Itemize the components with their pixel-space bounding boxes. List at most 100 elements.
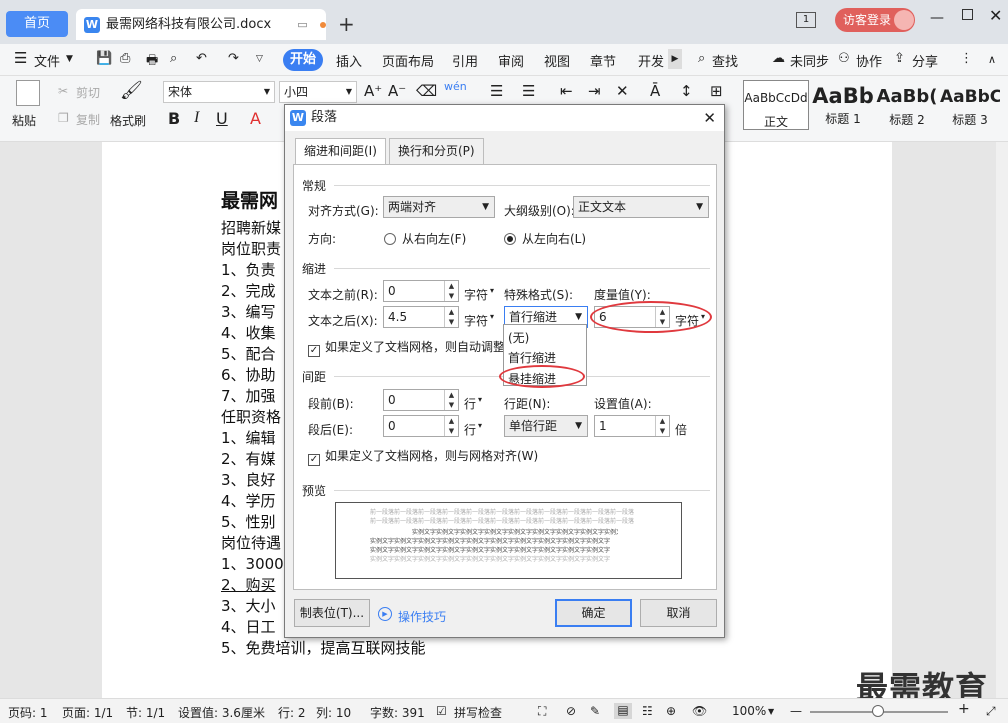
tabs-button[interactable]: 制表位(T)... [294, 599, 370, 627]
style-heading-3[interactable]: AaBbC 标题 3 [940, 80, 1000, 130]
edit-mode-icon[interactable]: ✎ [590, 704, 600, 718]
undo-icon[interactable]: ↶ [196, 51, 207, 66]
format-painter-button[interactable]: 格式刷 [110, 112, 146, 129]
reading-mode-icon[interactable]: 👁 [692, 704, 707, 718]
auto-adjust-checkbox[interactable]: ✓ 如果定义了文档网格，则自动调整 [308, 338, 505, 357]
vertical-scrollbar[interactable] [996, 142, 1008, 698]
fullscreen-icon[interactable]: ⛶ [538, 704, 546, 719]
increase-indent-icon[interactable]: ⇥ [588, 82, 601, 100]
spinner-icon[interactable]: ▲ ▼ [444, 281, 458, 301]
grow-font-icon[interactable]: A⁺ [364, 82, 382, 100]
redo-icon[interactable]: ↷ [228, 51, 239, 66]
after-paragraph-input[interactable]: 0 ▲ ▼ [383, 415, 459, 437]
unit-dropdown-icon[interactable]: ▾ [490, 312, 494, 321]
menu-file[interactable]: 文件 [34, 51, 60, 70]
page-view-icon[interactable]: ▤ [614, 703, 632, 719]
collaborate-button[interactable]: 协作 [856, 51, 882, 70]
radio-unchecked[interactable] [384, 233, 396, 245]
tab-home[interactable]: 首页 [6, 11, 68, 37]
numbering-icon[interactable]: ☰ [522, 82, 535, 100]
menu-developer[interactable]: 开发 [638, 51, 664, 70]
print-preview-icon[interactable]: ⌕ [170, 51, 177, 66]
menu-insert[interactable]: 插入 [336, 51, 362, 70]
before-text-unit[interactable]: 字符 [464, 286, 488, 303]
spinner-icon[interactable]: ▲ ▼ [444, 416, 458, 436]
ltr-radio[interactable]: 从左向右(L) [504, 230, 586, 247]
unit-dropdown-icon[interactable]: ▾ [478, 421, 482, 430]
setting-value-input[interactable]: 1 ▲ ▼ [594, 415, 670, 437]
avatar[interactable] [894, 10, 914, 30]
radio-checked[interactable] [504, 233, 516, 245]
checkbox-checked[interactable]: ✓ [308, 345, 320, 357]
line-spacing-select[interactable]: 单倍行距 ▼ [504, 415, 588, 437]
tips-link[interactable]: 操作技巧 [398, 608, 446, 625]
minimize-icon[interactable]: — [930, 10, 944, 26]
menu-chapter[interactable]: 章节 [590, 51, 616, 70]
decrease-indent-icon[interactable]: ⇤ [560, 82, 573, 100]
zoom-slider-handle[interactable] [872, 705, 884, 717]
spinner-icon[interactable]: ▲ ▼ [655, 416, 669, 436]
bullets-icon[interactable]: ☰ [490, 82, 503, 100]
font-size-select[interactable]: 小四 ▼ [279, 81, 357, 103]
font-color-icon[interactable]: A [250, 109, 261, 128]
after-text-unit[interactable]: 字符 [464, 312, 488, 329]
after-text-input[interactable]: 4.5 ▲ ▼ [383, 306, 459, 328]
scroll-right-icon[interactable]: ▶ [668, 49, 682, 69]
spinner-icon[interactable]: ▲ ▼ [444, 390, 458, 410]
menu-start[interactable]: 开始 [283, 49, 323, 71]
zoom-in-icon[interactable]: + [958, 701, 970, 717]
rtl-radio[interactable]: 从右向左(F) [384, 230, 466, 247]
unit-dropdown-icon[interactable]: ▾ [478, 395, 482, 404]
menu-view[interactable]: 视图 [544, 51, 570, 70]
save-icon[interactable]: 💾 [96, 51, 112, 66]
line-spacing-icon[interactable]: ↕ [680, 82, 693, 100]
style-normal[interactable]: AaBbCcDd 正文 [743, 80, 809, 130]
clear-format-icon[interactable]: ⌫ [416, 82, 437, 100]
dialog-title-bar[interactable]: W 段落 ✕ [285, 105, 724, 131]
status-words[interactable]: 字数: 391 [370, 704, 425, 721]
search-icon[interactable]: ⌕ [698, 51, 705, 66]
tab-document[interactable]: W 最需网络科技有限公司.docx ▭ [76, 9, 326, 40]
menu-page-layout[interactable]: 页面布局 [382, 51, 434, 70]
search-button[interactable]: 查找 [712, 51, 738, 70]
quick-access-dropdown-icon[interactable]: ▽ [256, 54, 263, 64]
ok-button[interactable]: 确定 [555, 599, 632, 627]
cut-button[interactable]: 剪切 [76, 84, 100, 101]
menu-references[interactable]: 引用 [452, 51, 478, 70]
paste-button[interactable]: 粘贴 [12, 112, 36, 129]
outline-view-icon[interactable]: ☷ [642, 704, 653, 718]
export-pdf-icon[interactable]: ⎙ [120, 51, 130, 66]
phonetic-guide-icon[interactable]: wén [444, 80, 467, 93]
more-icon[interactable]: ⋮ [960, 51, 973, 66]
text-direction-icon[interactable]: Ā [650, 82, 660, 100]
paste-icon[interactable] [16, 80, 40, 106]
paragraph-marks-icon[interactable]: ⊞ [710, 82, 723, 100]
shrink-font-icon[interactable]: A⁻ [388, 82, 406, 100]
style-heading-2[interactable]: AaBb( 标题 2 [876, 80, 938, 130]
cancel-button[interactable]: 取消 [640, 599, 717, 627]
bold-icon[interactable]: B [168, 109, 180, 128]
page-count-icon[interactable]: 1 [796, 12, 816, 28]
web-view-icon[interactable]: ⊕ [666, 704, 676, 718]
collapse-ribbon-icon[interactable]: ∧ [988, 53, 996, 66]
menu-review[interactable]: 审阅 [498, 51, 524, 70]
sync-status[interactable]: 未同步 [790, 51, 829, 70]
before-text-input[interactable]: 0 ▲ ▼ [383, 280, 459, 302]
tab-line-page-breaks[interactable]: 换行和分页(P) [389, 138, 484, 164]
checkbox-checked[interactable]: ✓ [308, 454, 320, 466]
chinese-layout-icon[interactable]: ✕ [616, 82, 629, 100]
italic-icon[interactable]: I [194, 109, 199, 127]
protect-icon[interactable]: ⊘ [566, 704, 576, 718]
font-name-select[interactable]: 宋体 ▼ [163, 81, 275, 103]
zoom-out-icon[interactable]: — [790, 704, 802, 718]
option-none[interactable]: (无) [508, 329, 529, 346]
alignment-select[interactable]: 两端对齐 ▼ [383, 196, 495, 218]
outline-level-select[interactable]: 正文文本 ▼ [573, 196, 709, 218]
style-heading-1[interactable]: AaBb 标题 1 [811, 80, 875, 130]
share-button[interactable]: 分享 [912, 51, 938, 70]
tab-indent-spacing[interactable]: 缩进和间距(I) [295, 138, 386, 165]
option-first-line[interactable]: 首行缩进 [508, 349, 556, 366]
fit-width-icon[interactable]: ⤢ [986, 704, 996, 719]
underline-icon[interactable]: U [216, 109, 228, 128]
new-tab-button[interactable]: + [338, 12, 355, 36]
